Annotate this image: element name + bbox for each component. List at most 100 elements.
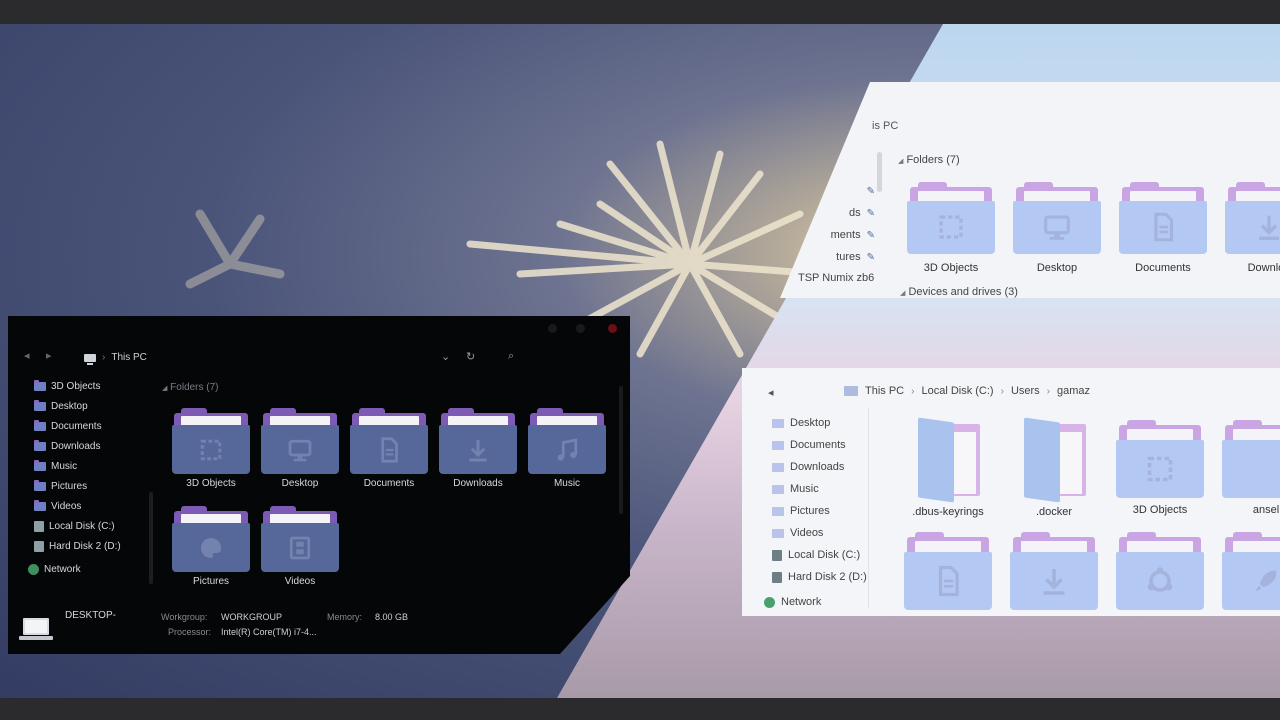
item-label: 3D Objects [1132,504,1188,516]
folder-tile[interactable]: Downloads [438,408,518,489]
pin-icon: ✎ [866,207,875,219]
workgroup-value: WORKGROUP [221,612,283,622]
drive-icon [34,540,44,552]
folder-icon [772,418,784,428]
sidebar-item-label: Network [44,564,81,575]
document-icon [1154,213,1174,242]
group-header-devices[interactable]: ◢ Devices and drives (3) [900,286,1018,298]
download-icon [1043,569,1065,595]
sidebar-item-videos[interactable]: Videos [34,496,154,516]
path-segment-this-pc[interactable]: This PC [111,352,147,363]
path-segment[interactable]: Local Disk (C:) [921,385,993,397]
folder-graphic [261,506,339,572]
memory-value: 8.00 GB [375,612,409,622]
folder-tile[interactable]: Desktop [1008,182,1106,274]
sidebar-item-documents[interactable]: Documents [34,416,154,436]
sidebar-item-label: Music [51,460,78,472]
sidebar-item-label: Desktop [51,400,88,412]
address-bar[interactable]: This PC › Local Disk (C:) › Users › gamaz [844,385,1090,397]
item-tile[interactable] [898,532,998,616]
folder-graphic [172,506,250,572]
path-segment[interactable]: gamaz [1057,385,1090,397]
path-segment[interactable]: This PC [865,385,904,397]
folder-icon [772,506,784,516]
sidebar-item-hard-disk-2-d[interactable]: Hard Disk 2 (D:) [34,536,154,556]
memory-label: Memory: [327,612,363,622]
download-icon [1259,216,1279,241]
item-tile[interactable] [1004,532,1104,616]
maximize-button[interactable] [576,324,585,333]
workgroup-label: Workgroup: [161,612,208,622]
folder-tile[interactable]: Music [527,408,607,489]
forward-button[interactable]: ▸ [46,349,52,362]
sidebar-item-label: Music [790,483,819,495]
folder-graphic [1116,532,1204,610]
item-label: .dbus-keyrings [912,506,984,518]
group-header-folders[interactable]: ◢ Folders (7) [162,382,219,393]
item-label: ansel [1252,504,1280,516]
network-icon [764,596,775,608]
refresh-button[interactable]: ↻ [466,350,475,363]
back-button[interactable]: ◂ [768,386,774,399]
item-tile[interactable]: 3D Objects [1110,420,1210,516]
address-bar-text[interactable]: is PC [872,120,898,132]
navigation-scrollbar[interactable] [877,152,882,192]
close-button[interactable] [608,324,617,333]
folder-icon [1248,451,1280,487]
ubuntu-icon [1147,567,1173,592]
item-tile[interactable] [1110,532,1210,616]
folder-label: Music [553,478,581,489]
minimize-button[interactable] [548,324,557,333]
sidebar-item-label: Pictures [790,505,830,517]
bottom-frame-bar [0,698,1280,720]
sidebar-item-network[interactable]: Network [764,596,821,608]
cube-icon [1147,456,1173,482]
address-bar[interactable]: › This PC [84,352,147,365]
folder-label: Downloa [1247,262,1280,274]
item-tile[interactable]: ansel [1216,420,1280,516]
folder-icon [34,479,46,491]
path-separator: › [1000,385,1004,397]
folder-icon [34,499,46,511]
sidebar-item-music[interactable]: Music [34,456,154,476]
group-header-folders[interactable]: ◢ Folders (7) [898,154,960,166]
sidebar-item-desktop[interactable]: Desktop [34,396,154,416]
folder-tile[interactable]: Desktop [260,408,340,489]
folder-tile[interactable]: 3D Objects [902,182,1000,274]
back-button[interactable]: ◂ [24,349,30,362]
computer-icon [84,353,96,365]
folder-graphic [1225,182,1280,254]
folder-tile[interactable]: Pictures [171,506,251,587]
open-folder-icon [912,417,984,503]
sidebar-item-downloads[interactable]: Downloads [34,436,154,456]
sidebar-item-label: 3D Objects [51,380,101,392]
sidebar-item-label: Downloads [51,440,101,452]
folder-tile[interactable]: 3D Objects [171,408,251,489]
top-frame-bar [0,0,1280,24]
item-tile[interactable]: .docker [1004,417,1104,518]
sidebar-item-tsp-numix[interactable]: TSP Numix zb6 [798,272,874,284]
history-dropdown-button[interactable]: ⌄ [441,350,450,363]
sidebar-item-local-disk-c[interactable]: Local Disk (C:) [34,516,154,536]
search-button[interactable]: ⌕ [508,350,514,363]
path-segment[interactable]: Users [1011,385,1040,397]
cube-icon [939,215,963,239]
navigation-scrollbar[interactable] [149,492,153,584]
music-icon [557,437,578,461]
path-separator: › [102,352,106,363]
sidebar-item-label: Hard Disk 2 (D:) [49,540,121,552]
folder-tile[interactable]: Videos [260,506,340,587]
sidebar-item-label: Local Disk (C:) [49,520,115,532]
sidebar-item-3d-objects[interactable]: 3D Objects [34,376,154,396]
folder-tile[interactable]: Downloa [1220,182,1280,274]
sidebar-item-pictures[interactable]: Pictures [34,476,154,496]
monitor-icon [1044,215,1070,241]
sidebar-item-label: Documents [51,420,102,432]
folder-tile[interactable]: Documents [1114,182,1212,274]
content-scrollbar[interactable] [619,386,623,514]
sidebar-item-network[interactable]: Network [28,564,81,575]
sidebar-item-label: Videos [51,500,82,512]
item-tile[interactable]: .dbus-keyrings [898,417,998,518]
item-tile[interactable] [1216,532,1280,616]
folder-tile[interactable]: Documents [349,408,429,489]
